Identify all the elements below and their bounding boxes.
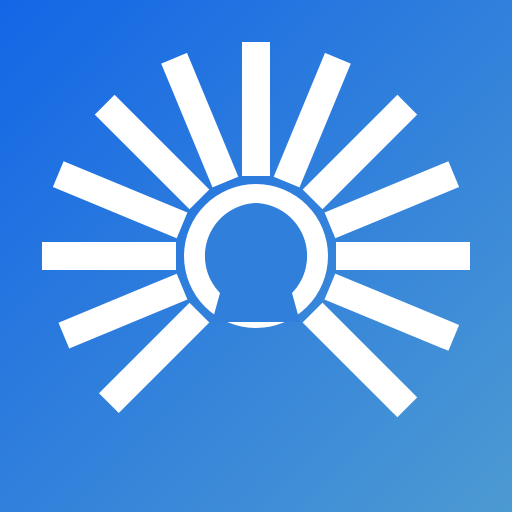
- ray-9: [336, 242, 470, 270]
- sunburst-logo-icon: [0, 0, 512, 512]
- app-icon: [0, 0, 512, 512]
- ray-5: [242, 42, 270, 176]
- keyhole-cutout: [204, 203, 308, 322]
- ray-1: [42, 242, 176, 270]
